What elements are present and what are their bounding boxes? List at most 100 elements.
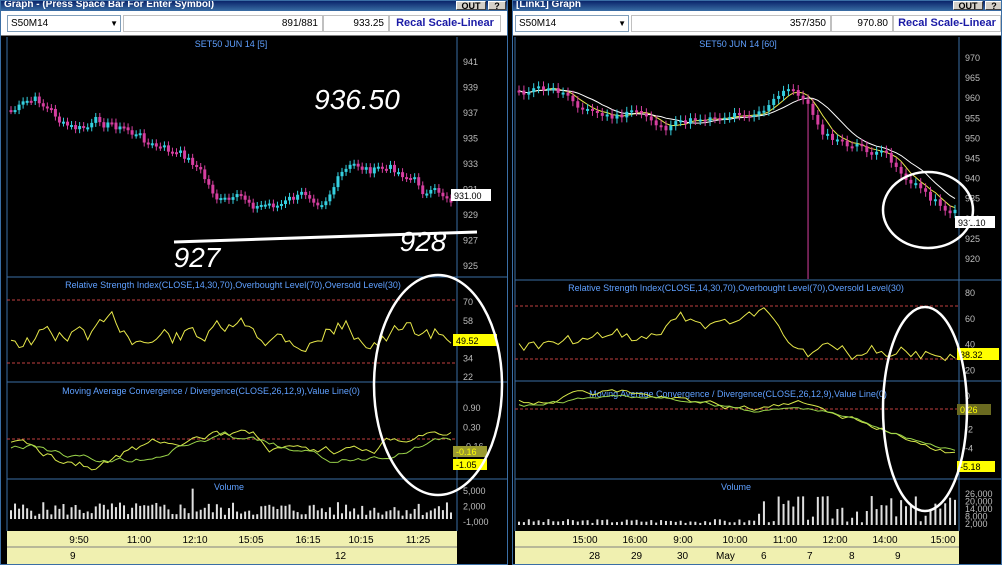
right-macd-signal-line xyxy=(518,394,956,451)
right-volume-bar xyxy=(851,517,854,525)
right-volume-bar xyxy=(856,511,859,525)
left-volume-bar xyxy=(179,504,182,519)
right-macd-badge-2: -5.18 xyxy=(960,462,981,472)
right-chart-canvas[interactable]: SET50 JUN 14 [60] 9709659609559509459409… xyxy=(513,1,1002,565)
right-candle-body xyxy=(718,118,722,121)
right-candle-body xyxy=(581,107,585,110)
left-volume-bar xyxy=(227,508,230,519)
left-candle-body xyxy=(425,193,429,196)
left-volume-bar xyxy=(62,504,65,519)
right-volume-bar xyxy=(713,519,716,525)
right-date-label: 8 xyxy=(849,551,855,562)
left-candle-body xyxy=(243,195,247,200)
right-candle-body xyxy=(644,113,648,117)
right-candle-body xyxy=(875,151,879,155)
right-volume-bar xyxy=(753,520,756,525)
left-candle-body xyxy=(78,126,82,130)
left-volume-bar xyxy=(22,504,25,519)
left-macd-tick: 0.30 xyxy=(463,422,481,432)
left-candle-body xyxy=(33,96,37,102)
left-candle-body xyxy=(102,122,106,128)
left-candle-body xyxy=(397,172,401,175)
right-volume-bar xyxy=(846,521,849,525)
left-volume-bar xyxy=(199,509,202,519)
left-volume-bar xyxy=(42,502,45,519)
right-volume-bar xyxy=(611,522,614,525)
right-candle-body xyxy=(762,110,766,113)
left-candle-body xyxy=(239,194,243,197)
left-price-tick: 925 xyxy=(463,261,478,271)
right-candle-body xyxy=(860,144,864,147)
right-candle-body xyxy=(884,150,888,153)
right-candle-body xyxy=(880,150,884,153)
right-volume-bar xyxy=(581,520,584,525)
right-candle-body xyxy=(865,146,869,153)
left-rsi-tick: 34 xyxy=(463,353,473,363)
left-volume-bar xyxy=(345,504,348,519)
left-candle-body xyxy=(227,197,231,200)
right-candle-body xyxy=(723,117,727,120)
left-volume-bar xyxy=(365,514,368,519)
left-rsi-badge: 49.52 xyxy=(456,336,479,346)
right-candle-body xyxy=(674,121,678,126)
left-candle-body xyxy=(356,163,360,167)
left-volume-bar xyxy=(268,504,271,519)
left-volume-bar xyxy=(58,508,61,519)
right-volume-bar xyxy=(885,505,888,525)
right-candle-body xyxy=(654,120,658,126)
left-candle-body xyxy=(344,168,348,172)
left-candle-body xyxy=(235,194,239,198)
right-volume-bar xyxy=(699,522,702,525)
right-volume-bar xyxy=(831,518,834,525)
left-volume-bar xyxy=(445,502,448,519)
left-volume-bar xyxy=(441,510,444,519)
left-annotation-low-2: 928 xyxy=(400,226,447,257)
left-candle-body xyxy=(211,184,215,194)
left-candle-body xyxy=(275,205,279,208)
right-candle-body xyxy=(688,118,692,124)
right-candle-body xyxy=(742,115,746,118)
left-candle-body xyxy=(114,122,118,130)
left-candle-body xyxy=(429,189,433,194)
right-candle-body xyxy=(566,92,570,96)
left-volume-bar xyxy=(167,509,170,519)
left-volume-bar xyxy=(38,513,41,519)
right-volume-bar xyxy=(949,497,952,525)
left-volume-tick: 2,000 xyxy=(463,502,486,512)
right-volume-bar xyxy=(821,496,824,525)
right-volume-bar xyxy=(620,521,623,525)
left-candle-body xyxy=(57,116,61,123)
left-volume-bar xyxy=(296,512,299,519)
right-candle-body xyxy=(522,90,526,95)
right-volume-bar xyxy=(679,520,682,525)
right-volume-bar xyxy=(694,521,697,525)
left-volume-bar xyxy=(381,514,384,519)
right-date-label: 30 xyxy=(677,551,689,562)
left-chart-window[interactable]: Graph - (Press Space Bar For Enter Symbo… xyxy=(0,0,508,565)
right-candle-body xyxy=(639,111,643,114)
left-chart-canvas[interactable]: SET50 JUN 14 [5] 94193993793593393192992… xyxy=(1,1,508,565)
left-volume-bar xyxy=(159,506,162,519)
left-volume-bar xyxy=(102,504,105,519)
left-volume-bar xyxy=(66,514,69,519)
right-candle-body xyxy=(708,117,712,122)
left-candle-body xyxy=(288,196,292,201)
right-volume-bar xyxy=(865,511,868,525)
left-candle-body xyxy=(223,197,227,200)
left-candle-body xyxy=(66,121,70,126)
right-price-tick: 940 xyxy=(965,174,980,184)
right-volume-bar xyxy=(743,522,746,525)
right-volume-bar xyxy=(718,519,721,525)
right-candle-body xyxy=(840,139,844,142)
left-volume-bar xyxy=(114,507,117,519)
left-volume-bar xyxy=(324,512,327,519)
right-candle-body xyxy=(590,108,594,111)
right-candle-body xyxy=(669,125,673,131)
right-candle-body xyxy=(831,133,835,140)
right-chart-window[interactable]: [Link1] Graph OUT ? S50M14 ▼ 357/350 970… xyxy=(512,0,1002,565)
left-candle-body xyxy=(49,108,53,111)
left-volume-bar xyxy=(336,502,339,519)
right-volume-bar xyxy=(704,521,707,525)
right-macd-badge-1: 0.26 xyxy=(960,405,978,415)
left-candle-body xyxy=(150,143,154,146)
